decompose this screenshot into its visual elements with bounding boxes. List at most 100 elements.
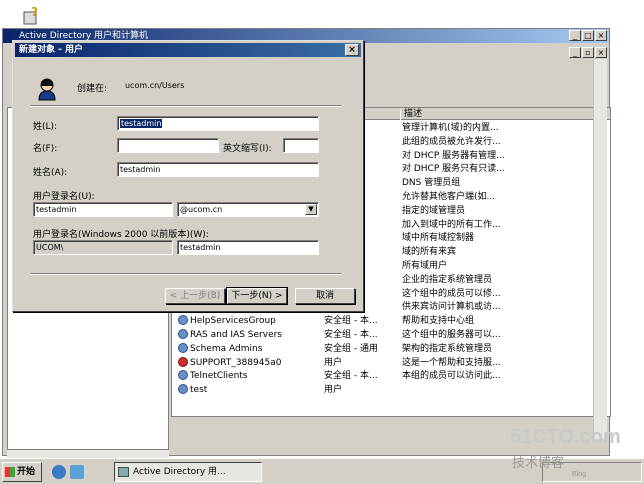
list-item-description: 指定的域管理员 bbox=[402, 205, 466, 216]
back-button[interactable]: < 上一步(B) bbox=[165, 288, 225, 304]
list-item-name: test bbox=[178, 384, 318, 397]
mmc-app-icon bbox=[118, 467, 129, 477]
dialog-title-bar: 新建对象 - 用户 × bbox=[15, 43, 361, 57]
list-item[interactable]: test 用户 bbox=[172, 384, 612, 397]
list-item-type: 安全组 - 通用 bbox=[324, 343, 378, 354]
list-item-description: 供来宾访问计算机或访... bbox=[402, 302, 501, 313]
list-item-name: SUPPORT_388945a0 bbox=[178, 356, 318, 370]
cancel-button[interactable]: 取消 bbox=[295, 288, 355, 304]
list-item-name: TelnetClients bbox=[178, 370, 318, 383]
column-header-description[interactable]: 描述 bbox=[400, 108, 422, 120]
domain-value: @ucom.cn bbox=[180, 205, 223, 214]
windows-logo-icon bbox=[5, 467, 15, 477]
child-close-icon[interactable]: × bbox=[595, 47, 607, 58]
initials-label: 英文缩写(I): bbox=[223, 144, 272, 154]
list-item-description: 域中所有域控制器 bbox=[402, 233, 475, 244]
new-user-dialog: 新建对象 - 用户 × 创建在: ucom.cn/Users 姓(L): tes… bbox=[12, 40, 364, 312]
list-item[interactable]: TelnetClients 安全组 - 本... 本组的成员可以访问此... bbox=[172, 370, 612, 383]
list-item-description: 域的所有来宾 bbox=[402, 247, 457, 258]
list-item-description: 这个组中的服务器可以... bbox=[402, 330, 501, 340]
list-item-description: 管理计算机(域)的内置... bbox=[402, 123, 499, 133]
mmc-window-controls: _ □ × bbox=[569, 30, 607, 41]
logon-name-label: 用户登录名(U): bbox=[33, 192, 95, 202]
list-item-type: 用户 bbox=[324, 357, 343, 368]
close-icon[interactable]: × bbox=[595, 30, 607, 41]
list-item-description: 帮助和支持中心组 bbox=[402, 316, 475, 327]
ie-icon[interactable] bbox=[52, 465, 66, 479]
full-name-label: 姓名(A): bbox=[33, 168, 68, 178]
watermark-site: 51CTO.com bbox=[510, 426, 621, 448]
list-item-description: 这是一个帮助和支持服... bbox=[402, 357, 501, 368]
pre2000-label: 用户登录名(Windows 2000 以前版本)(W): bbox=[33, 230, 209, 240]
created-in-label: 创建在: bbox=[77, 84, 108, 94]
domain-select[interactable]: @ucom.cn ▼ bbox=[177, 202, 319, 217]
list-item-name: HelpServicesGroup bbox=[178, 315, 318, 328]
list-item-description: 架构的指定系统管理员 bbox=[402, 343, 493, 354]
child-minimize-button[interactable]: _ bbox=[569, 47, 581, 58]
list-item-description: 所有域用户 bbox=[402, 261, 448, 271]
group-icon bbox=[178, 370, 188, 381]
last-name-label: 姓(L): bbox=[33, 122, 58, 132]
list-item[interactable]: Schema Admins 安全组 - 通用 架构的指定系统管理员 bbox=[172, 342, 612, 356]
chevron-down-icon[interactable]: ▼ bbox=[305, 204, 317, 215]
logon-name-field[interactable]: testadmin bbox=[33, 202, 173, 217]
last-name-field[interactable]: testadmin bbox=[117, 116, 319, 131]
maximize-button[interactable]: □ bbox=[582, 30, 594, 41]
dialog-close-button[interactable]: × bbox=[345, 44, 359, 56]
list-item-description: 这个组中的成员可以修... bbox=[402, 288, 501, 299]
minimize-button[interactable]: _ bbox=[569, 30, 581, 41]
list-item-description: 此组的成员被允许发行... bbox=[402, 136, 501, 147]
list-item-type: 安全组 - 本... bbox=[324, 371, 378, 382]
list-item[interactable]: HelpServicesGroup 安全组 - 本... 帮助和支持中心组 bbox=[172, 315, 612, 328]
help-desktop-icon[interactable]: ? bbox=[22, 4, 42, 26]
group-icon bbox=[178, 329, 188, 339]
watermark-blog-suffix: Blog bbox=[572, 471, 587, 478]
list-item-name-text: Schema Admins bbox=[190, 343, 263, 354]
list-item-description: DNS 管理员组 bbox=[402, 178, 461, 189]
group-icon bbox=[178, 342, 188, 353]
initials-field[interactable] bbox=[283, 138, 319, 153]
group-icon bbox=[178, 384, 188, 395]
list-item-name-text: test bbox=[190, 385, 208, 396]
explorer-icon[interactable] bbox=[70, 465, 84, 479]
last-name-value: testadmin bbox=[120, 119, 163, 128]
list-item-name: Schema Admins bbox=[178, 342, 318, 356]
dialog-title: 新建对象 - 用户 bbox=[19, 45, 84, 55]
button-separator bbox=[31, 273, 341, 275]
list-item[interactable]: RAS and IAS Servers 安全组 - 本... 这个组中的服务器可以.… bbox=[172, 329, 612, 342]
list-item-description: 对 DHCP 服务只有只读... bbox=[402, 164, 505, 175]
mmc-child-controls: _ ▫ × bbox=[569, 47, 607, 58]
list-item-description: 允许替其他客户端(如... bbox=[402, 192, 496, 202]
pre2000-name-field[interactable]: testadmin bbox=[177, 240, 319, 255]
user-icon bbox=[38, 78, 56, 101]
svg-text:?: ? bbox=[31, 5, 38, 19]
watermark-blog: 技术博客 bbox=[512, 456, 565, 471]
list-item-name-text: TelnetClients bbox=[190, 371, 248, 382]
list-item-name-text: SUPPORT_388945a0 bbox=[190, 357, 282, 368]
list-item-name: RAS and IAS Servers bbox=[178, 329, 318, 342]
group-icon bbox=[178, 315, 188, 326]
created-in-value: ucom.cn/Users bbox=[125, 81, 185, 90]
taskbar-item-ad[interactable]: Active Directory 用... bbox=[114, 462, 262, 482]
list-item[interactable]: SUPPORT_388945a0 用户 这是一个帮助和支持服... bbox=[172, 356, 612, 370]
task-label: Active Directory 用... bbox=[133, 467, 226, 477]
start-button[interactable]: 开始 bbox=[2, 462, 42, 482]
list-item-type: 安全组 - 本... bbox=[324, 316, 378, 327]
list-item-name-text: RAS and IAS Servers bbox=[190, 330, 282, 340]
full-name-field[interactable]: testadmin bbox=[117, 162, 319, 177]
child-restore-button[interactable]: ▫ bbox=[582, 47, 594, 58]
first-name-field[interactable] bbox=[117, 138, 219, 153]
group-icon bbox=[178, 356, 188, 367]
list-item-name-text: HelpServicesGroup bbox=[190, 316, 276, 327]
vertical-scrollbar[interactable] bbox=[593, 59, 607, 439]
list-item-type: 用户 bbox=[324, 385, 343, 396]
pre2000-domain-field: UCOM\ bbox=[33, 240, 173, 255]
separator bbox=[31, 105, 341, 107]
list-item-description: 本组的成员可以访问此... bbox=[402, 371, 501, 382]
list-item-type: 安全组 - 本... bbox=[324, 330, 378, 340]
list-item-description: 企业的指定系统管理员 bbox=[402, 274, 493, 285]
first-name-label: 名(F): bbox=[33, 144, 58, 154]
next-button[interactable]: 下一步(N) > bbox=[226, 287, 288, 305]
list-item-description: 对 DHCP 服务器有管理... bbox=[402, 150, 505, 161]
start-label: 开始 bbox=[17, 467, 36, 477]
